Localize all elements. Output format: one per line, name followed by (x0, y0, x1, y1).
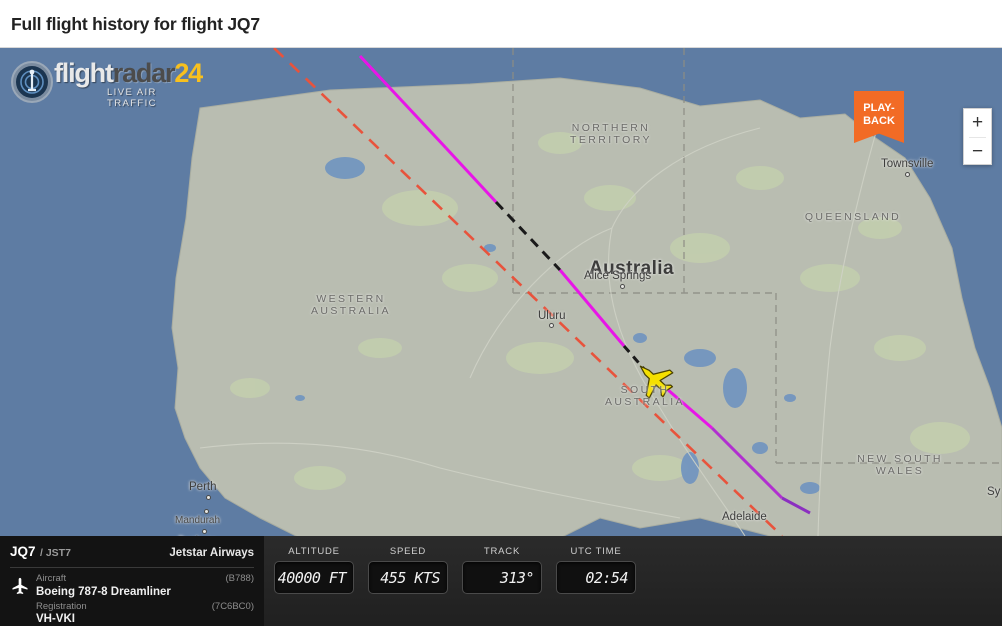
airline-name: Jetstar Airways (169, 547, 254, 559)
telemetry-panel: ALTITUDE 40000 FT SPEED 455 KTS TRACK 31… (274, 546, 636, 594)
city-dot (202, 529, 207, 534)
gauge-label: TRACK (483, 546, 521, 557)
map-label-state: NORTHERN TERRITORY (570, 122, 652, 146)
map-label-city: Uluru (538, 310, 566, 322)
aircraft-label: Aircraft (36, 573, 67, 584)
map-label-state: QUEENSLAND (804, 211, 902, 223)
radar-icon (11, 61, 53, 103)
page-header: Full flight history for flight JQ7 (0, 0, 1002, 48)
city-dot (620, 284, 625, 289)
speed-value: 455 KTS (380, 568, 440, 587)
gauge-label: UTC TIME (570, 546, 622, 557)
gauge-track: TRACK 313° (462, 546, 542, 594)
aircraft-model: Boeing 787-8 Dreamliner (36, 585, 171, 598)
city-dot (206, 495, 211, 500)
registration-value: VH-VKI (36, 613, 75, 625)
flightradar-playback-page: Full flight history for flight JQ7 NORTH… (0, 0, 1002, 626)
aircraft-row: Aircraft (B788) (36, 573, 254, 586)
mode-s-code: (7C6BC0) (211, 600, 254, 612)
zoom-in-button[interactable]: + (964, 109, 991, 137)
logo-tagline: LIVE AIR TRAFFIC (107, 87, 157, 109)
zoom-out-button[interactable]: − (964, 138, 991, 166)
logo-part-flight: flight (54, 58, 114, 88)
map-label-state: NEW SOUTH WALES (857, 453, 943, 477)
city-dot (549, 323, 554, 328)
flight-number: JQ7 (10, 544, 36, 559)
logo-part-radar: radar (112, 58, 176, 88)
gauge-altitude: ALTITUDE 40000 FT (274, 546, 354, 594)
gauge-label: ALTITUDE (288, 546, 340, 557)
gauge-display: 455 KTS (368, 561, 448, 594)
page-title: Full flight history for flight JQ7 (11, 14, 260, 34)
flight-info-panel: JQ7 / JST7 Jetstar Airways Aircraft (B78… (0, 536, 264, 626)
city-dot (204, 509, 209, 514)
map-label-state: WESTERN AUSTRALIA (311, 293, 391, 317)
utc-time-value: 02:54 (585, 568, 628, 587)
registration-row: Registration (7C6BC0) (36, 601, 254, 614)
registration-label: Registration (36, 600, 87, 612)
airplane-icon (12, 577, 28, 594)
gauge-display: 313° (462, 561, 542, 594)
map-label-city: Sy (987, 486, 1001, 498)
logo-part-24: 24 (174, 58, 203, 88)
logo-wordmark: flightradar24 (54, 58, 203, 89)
track-value: 313° (499, 568, 535, 587)
gauge-display: 02:54 (556, 561, 636, 594)
map-label-city: Alice Springs (584, 270, 652, 282)
map-label-city: Townsville (881, 158, 934, 170)
gauge-display: 40000 FT (274, 561, 354, 594)
aircraft-type-code: (B788) (225, 573, 254, 584)
gauge-utc-time: UTC TIME 02:54 (556, 546, 636, 594)
map-label-city: Adelaide (722, 511, 767, 523)
city-dot (905, 172, 910, 177)
map-label-city: Mandurah (175, 515, 221, 526)
flight-callsign: / JST7 (39, 547, 71, 559)
flight-info-header: JQ7 / JST7 Jetstar Airways (10, 543, 254, 568)
gauge-speed: SPEED 455 KTS (368, 546, 448, 594)
map-label-city: Perth (189, 481, 217, 493)
playback-control-bar: JQ7 / JST7 Jetstar Airways Aircraft (B78… (0, 536, 1002, 626)
flight-identity: JQ7 / JST7 (10, 543, 71, 561)
map-canvas[interactable]: NORTHERN TERRITORY QUEENSLAND WESTERN AUST… (0, 48, 1002, 536)
map-label-state: SOUTH AUSTRALIA (605, 384, 685, 408)
map-graphics (0, 48, 1002, 536)
flightradar24-logo[interactable]: flightradar24 LIVE AIR TRAFFIC (6, 54, 203, 110)
gauge-label: SPEED (389, 546, 427, 557)
aircraft-details: Aircraft (B788) Boeing 787-8 Dreamliner … (10, 568, 254, 625)
map-zoom-control[interactable]: + − (963, 108, 992, 165)
altitude-value: 40000 FT (277, 568, 347, 587)
